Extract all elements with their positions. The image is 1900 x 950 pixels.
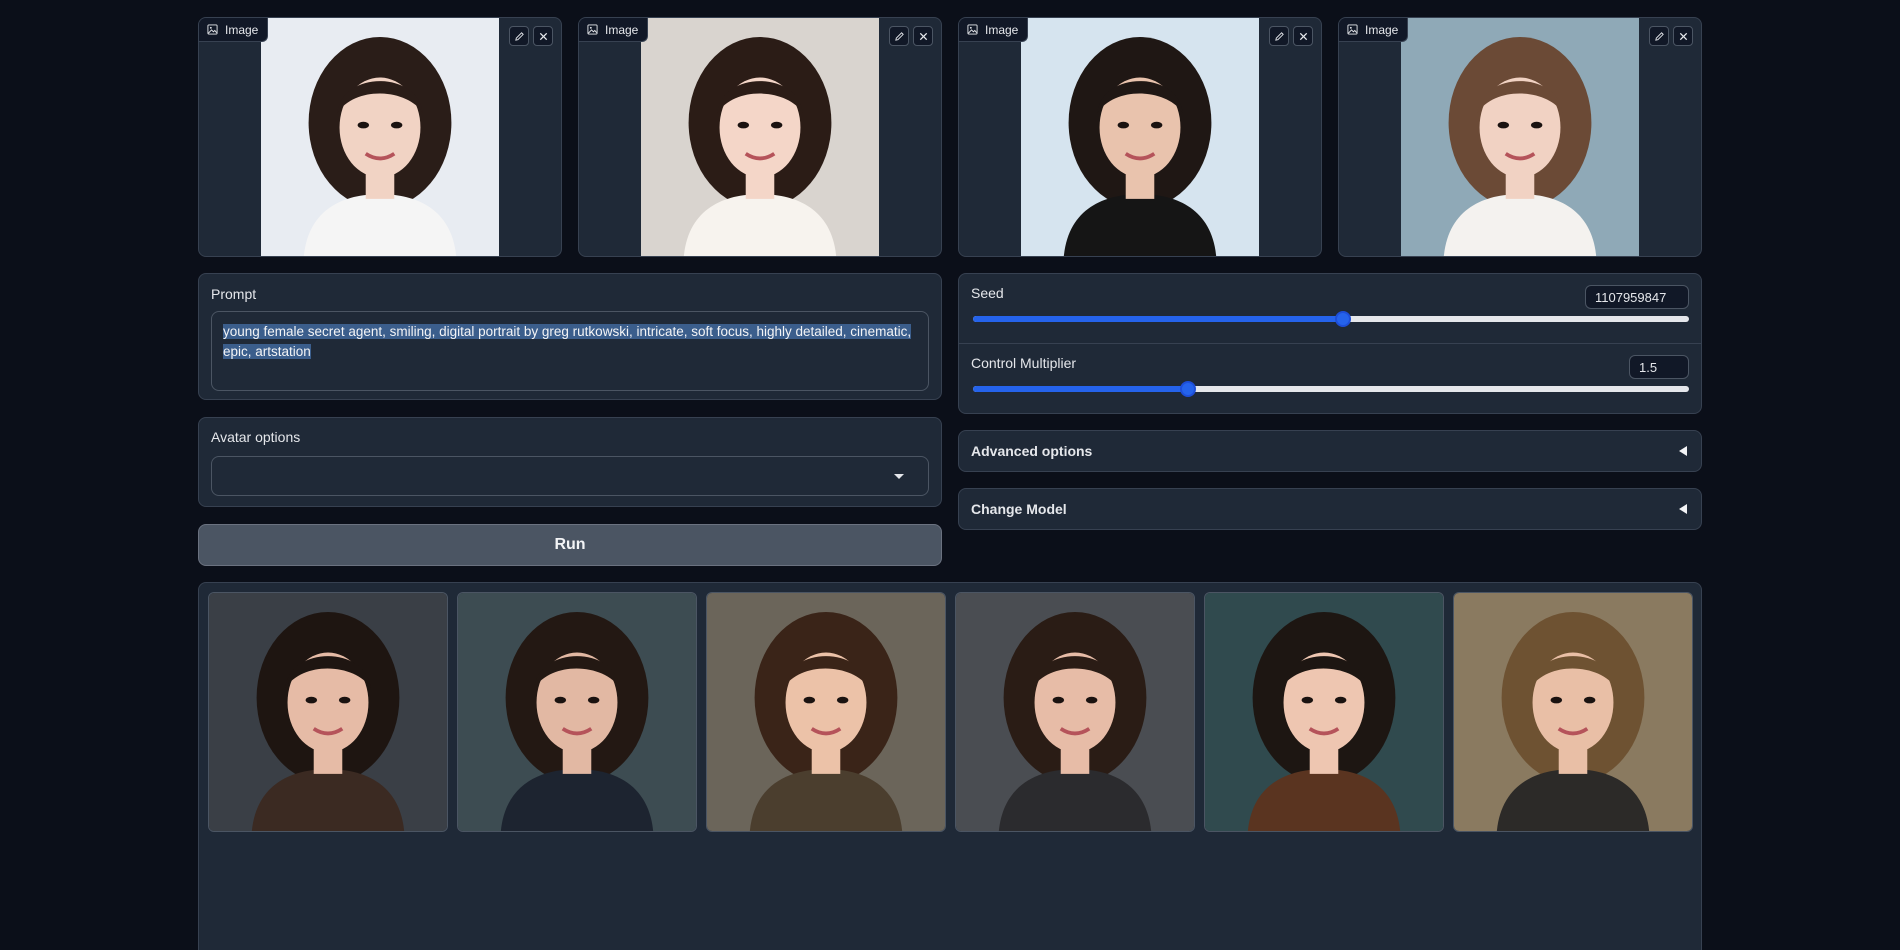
image-label: Image bbox=[199, 18, 269, 42]
clear-button[interactable] bbox=[533, 26, 553, 46]
portrait-illustration bbox=[1021, 18, 1259, 256]
pencil-icon bbox=[894, 31, 904, 41]
input-image-1[interactable]: Image bbox=[198, 17, 562, 257]
gallery-image-5[interactable] bbox=[1204, 592, 1444, 832]
pencil-icon bbox=[514, 31, 524, 41]
input-image-2[interactable]: Image bbox=[578, 17, 942, 257]
edit-button[interactable] bbox=[889, 26, 909, 46]
image-label: Image bbox=[579, 18, 649, 42]
portrait-illustration bbox=[209, 593, 447, 831]
image-icon bbox=[207, 24, 218, 35]
image-label: Image bbox=[1339, 18, 1409, 42]
image-label: Image bbox=[959, 18, 1029, 42]
close-icon bbox=[919, 32, 927, 40]
image-label-text: Image bbox=[225, 22, 259, 37]
gallery-image-6[interactable] bbox=[1453, 592, 1693, 832]
image-label-text: Image bbox=[985, 22, 1019, 37]
run-button[interactable]: Run bbox=[198, 524, 942, 566]
gallery-image-1[interactable] bbox=[208, 592, 448, 832]
advanced-options-label: Advanced options bbox=[971, 443, 1093, 459]
advanced-options-accordion[interactable]: Advanced options bbox=[958, 430, 1702, 472]
image-icon bbox=[967, 24, 978, 35]
prompt-textarea[interactable]: young female secret agent, smiling, digi… bbox=[211, 311, 929, 391]
avatar-options-dropdown[interactable] bbox=[211, 456, 929, 496]
control-multiplier-slider[interactable] bbox=[973, 381, 1689, 397]
prompt-label: Prompt bbox=[211, 286, 257, 302]
seed-label: Seed bbox=[971, 285, 1004, 301]
divider bbox=[959, 343, 1701, 344]
seed-slider-thumb[interactable] bbox=[1335, 311, 1352, 327]
output-gallery bbox=[198, 582, 1702, 950]
pencil-icon bbox=[1654, 31, 1664, 41]
portrait-photo bbox=[261, 18, 499, 256]
gallery-image-4[interactable] bbox=[955, 592, 1195, 832]
pencil-icon bbox=[1274, 31, 1284, 41]
edit-button[interactable] bbox=[1649, 26, 1669, 46]
close-icon bbox=[539, 32, 547, 40]
input-image-4[interactable]: Image bbox=[1338, 17, 1702, 257]
image-icon bbox=[1347, 24, 1358, 35]
clear-button[interactable] bbox=[913, 26, 933, 46]
portrait-illustration bbox=[641, 18, 879, 256]
seed-input[interactable]: 1107959847 bbox=[1585, 285, 1689, 309]
seed-slider-fill bbox=[973, 316, 1344, 322]
portrait-illustration bbox=[1454, 593, 1692, 831]
prompt-text-line-2: epic, artstation bbox=[223, 344, 311, 359]
image-icon bbox=[587, 24, 598, 35]
portrait-illustration bbox=[1205, 593, 1443, 831]
portrait-illustration bbox=[1401, 18, 1639, 256]
close-icon bbox=[1679, 32, 1687, 40]
image-label-text: Image bbox=[1365, 22, 1399, 37]
change-model-label: Change Model bbox=[971, 501, 1067, 517]
chevron-down-icon bbox=[894, 474, 904, 479]
edit-button[interactable] bbox=[509, 26, 529, 46]
gallery-image-2[interactable] bbox=[457, 592, 697, 832]
portrait-photo bbox=[641, 18, 879, 256]
prompt-text-line-1: young female secret agent, smiling, digi… bbox=[223, 324, 912, 339]
control-multiplier-slider-fill bbox=[973, 386, 1188, 392]
control-multiplier-label: Control Multiplier bbox=[971, 355, 1077, 371]
gallery-image-3[interactable] bbox=[706, 592, 946, 832]
clear-button[interactable] bbox=[1673, 26, 1693, 46]
close-icon bbox=[1299, 32, 1307, 40]
portrait-photo bbox=[1401, 18, 1639, 256]
portrait-illustration bbox=[458, 593, 696, 831]
avatar-options-block: Avatar options bbox=[198, 417, 942, 507]
control-multiplier-input[interactable]: 1.5 bbox=[1629, 355, 1689, 379]
edit-button[interactable] bbox=[1269, 26, 1289, 46]
seed-slider[interactable] bbox=[973, 311, 1689, 327]
portrait-photo bbox=[1021, 18, 1259, 256]
sliders-block: Seed 1107959847 Control Multiplier 1.5 bbox=[958, 273, 1702, 414]
input-image-3[interactable]: Image bbox=[958, 17, 1322, 257]
change-model-accordion[interactable]: Change Model bbox=[958, 488, 1702, 530]
collapse-arrow-icon bbox=[1679, 504, 1687, 514]
prompt-block: Prompt young female secret agent, smilin… bbox=[198, 273, 942, 400]
portrait-illustration bbox=[956, 593, 1194, 831]
avatar-options-label: Avatar options bbox=[211, 429, 301, 445]
clear-button[interactable] bbox=[1293, 26, 1313, 46]
control-multiplier-slider-thumb[interactable] bbox=[1179, 381, 1196, 397]
image-label-text: Image bbox=[605, 22, 639, 37]
collapse-arrow-icon bbox=[1679, 446, 1687, 456]
portrait-illustration bbox=[261, 18, 499, 256]
portrait-illustration bbox=[707, 593, 945, 831]
